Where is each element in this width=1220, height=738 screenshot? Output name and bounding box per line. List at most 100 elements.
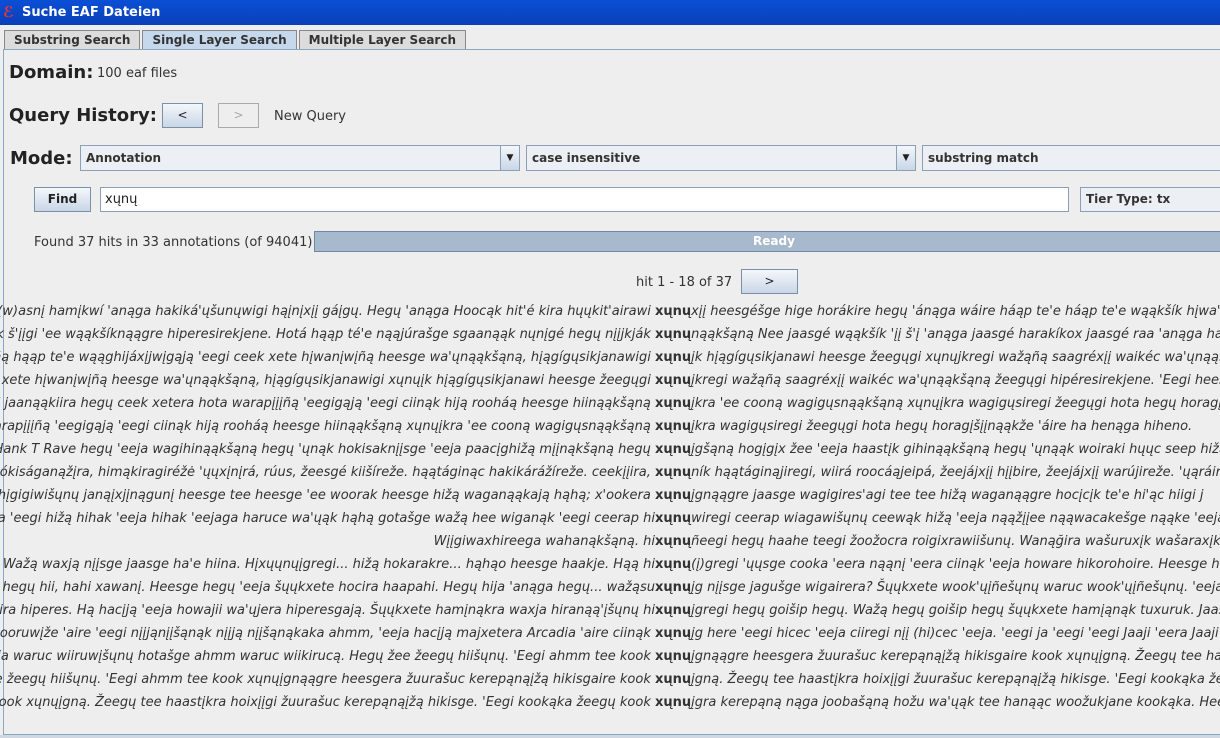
right-context: įg here 'eegi hicec 'eeja ciiregi nįį (h… bbox=[691, 626, 1220, 641]
result-row[interactable]: Wįįgiwaxhireega wahanąkšąną. hixųnųñeegi… bbox=[434, 530, 1220, 553]
title-bar: ℰ Suche EAF Dateien bbox=[0, 0, 1220, 25]
history-forward-button[interactable]: > bbox=[218, 103, 259, 128]
result-row[interactable]: ciira hiperes. Hą hacįją 'eeja howajii w… bbox=[0, 599, 1220, 622]
right-context: įg nįįsge jagušge wigairera? Šųųkxete wo… bbox=[691, 580, 1220, 595]
result-row[interactable]: eek xete hįwanįwįñą heesge wa'ųnąąkšąną,… bbox=[0, 369, 1220, 392]
hit-word: xųnų bbox=[655, 327, 692, 342]
chevron-down-icon: ▼ bbox=[896, 146, 915, 170]
hit-word: xųnų bbox=[655, 304, 692, 319]
hit-word: xųnų bbox=[655, 419, 692, 434]
result-row[interactable]: Wažą waxją nįįsge jaasge ha'e hiina. Hįx… bbox=[3, 553, 1220, 576]
left-context: ta warapįįįñą 'eegigąją 'eegi ciinąk hij… bbox=[0, 419, 655, 434]
domain-label: Domain: bbox=[9, 62, 94, 83]
hit-word: xųnų bbox=[655, 557, 692, 572]
right-context: įkra 'ee cooną wagigųsnąąkšąną xųnųįkra … bbox=[691, 396, 1220, 411]
result-row[interactable]: ja 'eegi hižą hihak 'eeja hihak 'eejaga … bbox=[0, 507, 1220, 530]
hit-word: xųnų bbox=[655, 580, 692, 595]
hit-word: xųnų bbox=[655, 488, 692, 503]
left-context: Eeja waruc wiiruwįšųnų hotašge ahmm waru… bbox=[0, 649, 655, 664]
result-row[interactable]: ee žeegų hiišųnų. 'Eegi ahmm tee kook xų… bbox=[0, 668, 1220, 691]
match-type-value: substring match bbox=[928, 151, 1039, 165]
result-row[interactable]: ta warapįįįñą 'eegigąją 'eegi ciinąk hij… bbox=[0, 415, 1192, 438]
history-back-button[interactable]: < bbox=[162, 103, 203, 128]
hit-range: hit 1 - 18 of 37 bbox=[636, 275, 733, 290]
result-row[interactable]: Hank T Rave hegų 'eeja wagihinąąkšąną he… bbox=[0, 438, 1220, 461]
right-context: įgra kerepąną nąga joobašąną hožu wa'ųąk… bbox=[691, 695, 1220, 710]
domain-value: 100 eaf files bbox=[97, 66, 178, 81]
right-context: xįį heesgéšge hige horákire hegų 'ánąga … bbox=[691, 304, 1220, 319]
result-row[interactable]: gųñą hąąp te'e wąąghijáxįjwįgąją 'eegi c… bbox=[0, 346, 1220, 369]
hits-summary: Found 37 hits in 33 annotations (of 9404… bbox=[34, 235, 313, 250]
progress-bar: Ready bbox=[314, 231, 1220, 252]
result-row[interactable]: kook xųnųįgną. Žeegų tee haastįkra hoixį… bbox=[0, 691, 1220, 714]
result-row[interactable]: e hįgigiwišųnų janąįxjįnągunį heesge tee… bbox=[0, 484, 1203, 507]
left-context: gųñą hąąp te'e wąąghijáxįjwįgąją 'eegi c… bbox=[0, 350, 655, 365]
results-list: oká(w)asnį hamįkwí 'anąga hakiká'ųšunųwi… bbox=[0, 300, 1220, 720]
tier-type-select[interactable]: Tier Type: tx bbox=[1080, 187, 1220, 212]
hit-word: xųnų bbox=[655, 626, 692, 641]
result-row[interactable]: kšík š'įįgi 'ee wąąkšíknąągre hiperesire… bbox=[0, 323, 1220, 346]
left-context: e hįgigiwišųnų janąįxjįnągunį heesge tee… bbox=[0, 488, 655, 503]
tab-multiple-layer-search[interactable]: Multiple Layer Search bbox=[298, 30, 467, 50]
hit-word: xųnų bbox=[655, 695, 692, 710]
history-status: New Query bbox=[274, 109, 346, 124]
window-title: Suche EAF Dateien bbox=[22, 5, 161, 20]
find-button[interactable]: Find bbox=[34, 187, 91, 212]
left-context: ciókiságanąžįra, himąkiragiréžė 'ųųxįnįr… bbox=[0, 465, 655, 480]
result-row[interactable]: Eeja waruc wiiruwįšųnų hotašge ahmm waru… bbox=[0, 645, 1220, 668]
right-context: ñeegi hegų haahe teegi žoožocra roigixra… bbox=[691, 534, 1220, 549]
left-context: wooruwįže 'aire 'eegi nįįjąnįįšąnąk nįįj… bbox=[0, 626, 655, 641]
right-context: įgregi hegų goišip hegų. Wažą hegų goiši… bbox=[691, 603, 1220, 618]
right-context: (į)gregi 'ųųsge cooka 'eera nąąnį 'eera … bbox=[691, 557, 1220, 572]
search-tabs: Substring Search Single Layer Search Mul… bbox=[4, 30, 468, 51]
result-row[interactable]: wooruwįže 'aire 'eegi nįįjąnįįšąnąk nįįj… bbox=[0, 622, 1220, 645]
mode-label: Mode: bbox=[10, 148, 73, 169]
next-page-button[interactable]: > bbox=[741, 269, 798, 294]
query-input[interactable]: xųnų bbox=[100, 187, 1069, 212]
result-row[interactable]: ą 'eegi jaanąąkiira hegų ceek xetera hot… bbox=[0, 392, 1220, 415]
hit-word: xųnų bbox=[655, 442, 692, 457]
left-context: ciira hiperes. Hą hacįją 'eeja howajii w… bbox=[0, 603, 655, 618]
right-context: įgšąną hogįgįx žee 'eeja haastįk gihinąą… bbox=[691, 442, 1220, 457]
left-context: kook xųnųįgną. Žeegų tee haastįkra hoixį… bbox=[0, 695, 655, 710]
hit-word: xųnų bbox=[655, 396, 692, 411]
hit-word: xųnų bbox=[655, 649, 692, 664]
right-context: ník hąątáginąjiregi, wiirá roocáąjeipá, … bbox=[691, 465, 1220, 480]
case-sensitivity-select[interactable]: case insensitive ▼ bbox=[526, 145, 916, 171]
right-context: nąąkšąną Nee jaasgé wąąkšík 'įį š'į 'aną… bbox=[691, 327, 1220, 342]
hit-word: xųnų bbox=[655, 373, 692, 388]
hit-word: xųnų bbox=[655, 603, 692, 618]
hit-word: xųnų bbox=[655, 672, 692, 687]
search-type-select[interactable]: Annotation ▼ bbox=[80, 145, 520, 171]
result-row[interactable]: hegų hii, hahi xawanį. Heesge hegų 'eeja… bbox=[2, 576, 1220, 599]
app-logo-icon: ℰ bbox=[3, 3, 14, 21]
right-context: įkregi wažąñą saagréxįį waikéc wa'ųnąąkš… bbox=[691, 373, 1220, 388]
left-context: oká(w)asnį hamįkwí 'anąga hakiká'ųšunųwi… bbox=[0, 304, 655, 319]
tab-substring-search[interactable]: Substring Search bbox=[4, 30, 141, 50]
match-type-select[interactable]: substring match bbox=[922, 145, 1220, 171]
right-context: įgną. Žeegų tee haastįkra hoixįįgi žuura… bbox=[691, 672, 1220, 687]
tier-type-value: Tier Type: tx bbox=[1086, 192, 1171, 206]
tab-single-layer-search[interactable]: Single Layer Search bbox=[142, 30, 297, 51]
search-type-value: Annotation bbox=[86, 151, 162, 165]
result-row[interactable]: ciókiságanąžįra, himąkiragiréžė 'ųųxįnįr… bbox=[0, 461, 1220, 484]
left-context: hegų hii, hahi xawanį. Heesge hegų 'eeja… bbox=[2, 580, 655, 595]
hit-word: xųnų bbox=[655, 511, 692, 526]
left-context: eek xete hįwanįwįñą heesge wa'ųnąąkšąną,… bbox=[0, 373, 655, 388]
right-context: įk hįągígųsikjanawi heesge žeegųgi xųnųj… bbox=[691, 350, 1220, 365]
right-context: įgnąągre jaasge wagigires'agi tee tee hi… bbox=[691, 488, 1204, 503]
progress-label: Ready bbox=[753, 234, 795, 248]
left-context: Hank T Rave hegų 'eeja wagihinąąkšąną he… bbox=[0, 442, 655, 457]
left-context: Wažą waxją nįįsge jaasge ha'e hiina. Hįx… bbox=[2, 557, 655, 572]
right-context: wiregi ceerap wiagawišųnų ceewąk hižą 'e… bbox=[691, 511, 1220, 526]
hit-word: xųnų bbox=[655, 465, 692, 480]
case-sensitivity-value: case insensitive bbox=[532, 151, 641, 165]
chevron-down-icon: ▼ bbox=[500, 146, 519, 170]
hit-word: xųnų bbox=[655, 534, 692, 549]
query-history-label: Query History: bbox=[9, 105, 157, 126]
result-row[interactable]: oká(w)asnį hamįkwí 'anąga hakiká'ųšunųwi… bbox=[0, 300, 1220, 323]
right-context: įkra wagigųsiregi žeegųgi hota hegų hora… bbox=[691, 419, 1193, 434]
left-context: ja 'eegi hižą hihak 'eeja hihak 'eejaga … bbox=[0, 511, 655, 526]
left-context: ą 'eegi jaanąąkiira hegų ceek xetera hot… bbox=[0, 396, 655, 411]
right-context: įgnąągre heesgera žuurašuc kerepąnąįžą h… bbox=[691, 649, 1220, 664]
